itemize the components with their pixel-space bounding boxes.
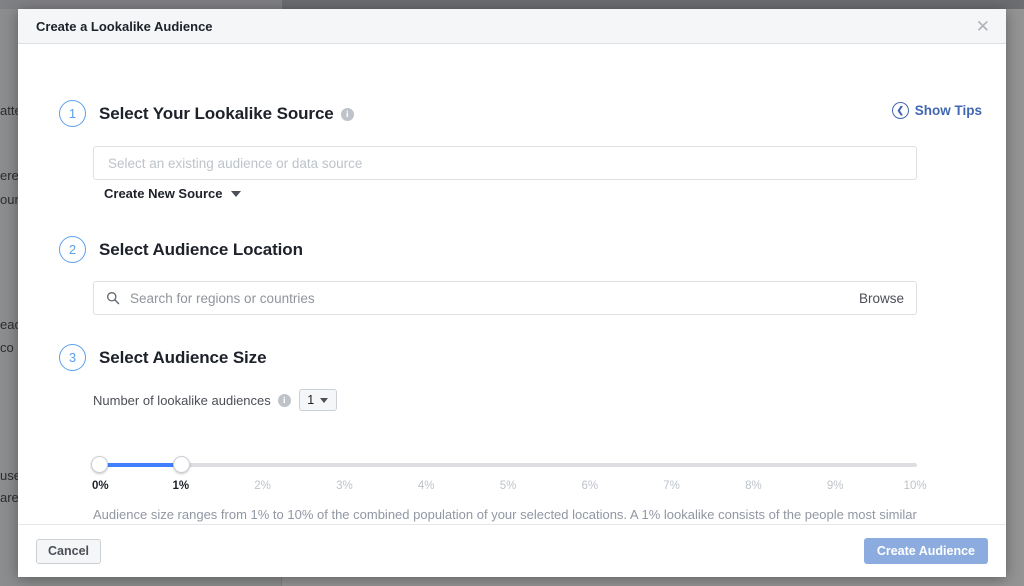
section-audience-size: 3 Select Audience Size [18, 344, 1006, 371]
dialog-title: Create a Lookalike Audience [36, 19, 972, 34]
location-search-placeholder: Search for regions or countries [130, 291, 859, 306]
slider-handle-max[interactable] [173, 456, 190, 473]
create-new-source-button[interactable]: Create New Source [104, 186, 241, 201]
create-new-source-label: Create New Source [104, 186, 223, 201]
section-2-header: 2 Select Audience Location [18, 236, 1006, 263]
slider-tick: 3% [336, 480, 353, 492]
section-3-header: 3 Select Audience Size [18, 344, 1006, 371]
slider-tick: 6% [581, 480, 598, 492]
slider-track[interactable] [99, 463, 917, 467]
step-number-1: 1 [59, 100, 86, 127]
number-of-audiences-label: Number of lookalike audiences [93, 393, 271, 408]
audience-size-description: Audience size ranges from 1% to 10% of t… [93, 505, 925, 524]
caret-down-icon [231, 191, 241, 197]
section-2-title: Select Audience Location [99, 240, 303, 260]
section-audience-location: 2 Select Audience Location [18, 236, 1006, 263]
info-icon[interactable]: i [278, 394, 291, 407]
cancel-button[interactable]: Cancel [36, 539, 101, 564]
slider-tick: 2% [254, 480, 271, 492]
slider-tick: 8% [745, 480, 762, 492]
slider-selected-range [99, 463, 181, 467]
browse-button[interactable]: Browse [859, 291, 904, 306]
close-icon[interactable]: ✕ [972, 16, 994, 37]
search-icon [106, 291, 120, 305]
caret-down-icon [320, 398, 328, 403]
info-icon[interactable]: i [341, 108, 354, 121]
dialog-body: ❮ Show Tips 1 Select Your Lookalike Sour… [18, 44, 1006, 524]
create-lookalike-audience-dialog: Create a Lookalike Audience ✕ ❮ Show Tip… [18, 9, 1006, 577]
dialog-header: Create a Lookalike Audience ✕ [18, 9, 1006, 44]
audience-size-slider[interactable]: 0%1%2%3%4%5%6%7%8%9%10% [93, 449, 923, 509]
lookalike-source-input[interactable]: Select an existing audience or data sour… [93, 146, 917, 180]
section-1-header: 1 Select Your Lookalike Source i [18, 100, 1006, 127]
create-audience-button[interactable]: Create Audience [864, 538, 988, 564]
slider-tick: 10% [904, 480, 927, 492]
dialog-footer: Cancel Create Audience [18, 524, 1006, 577]
section-lookalike-source: 1 Select Your Lookalike Source i [18, 100, 1006, 127]
step-number-2: 2 [59, 236, 86, 263]
step-number-3: 3 [59, 344, 86, 371]
slider-tick: 5% [500, 480, 517, 492]
slider-tick-labels: 0%1%2%3%4%5%6%7%8%9%10% [93, 480, 923, 498]
lookalike-source-placeholder: Select an existing audience or data sour… [108, 156, 362, 171]
slider-tick: 7% [663, 480, 680, 492]
slider-tick: 1% [172, 480, 189, 492]
section-1-title: Select Your Lookalike Source i [99, 104, 354, 124]
number-of-audiences-value: 1 [307, 393, 314, 407]
number-of-audiences-select[interactable]: 1 [299, 389, 337, 411]
section-3-title: Select Audience Size [99, 348, 266, 368]
number-of-audiences-row: Number of lookalike audiences i 1 [93, 389, 337, 411]
slider-tick: 4% [418, 480, 435, 492]
slider-handle-min[interactable] [91, 456, 108, 473]
slider-tick: 0% [92, 480, 109, 492]
location-search-input[interactable]: Search for regions or countries Browse [93, 281, 917, 315]
section-1-title-text: Select Your Lookalike Source [99, 104, 334, 123]
slider-tick: 9% [827, 480, 844, 492]
